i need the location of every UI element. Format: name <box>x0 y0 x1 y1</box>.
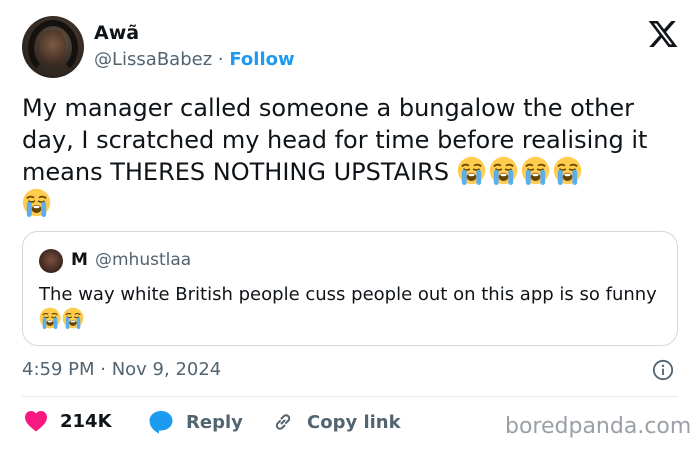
author-handle-row: @LissaBabez · Follow <box>94 49 295 70</box>
x-logo-icon[interactable] <box>647 18 679 50</box>
author-name[interactable]: Awã <box>94 22 139 44</box>
author-avatar[interactable] <box>22 16 84 78</box>
loudly-crying-face-icon <box>22 188 51 217</box>
loudly-crying-face-icon <box>489 156 518 185</box>
like-count: 214K <box>60 410 112 432</box>
reply-bubble-icon <box>149 411 173 434</box>
loudly-crying-face-icon <box>39 307 61 329</box>
info-icon[interactable] <box>652 359 674 381</box>
quoted-author-name: M <box>71 250 88 270</box>
reply-button[interactable]: Reply <box>148 410 243 434</box>
quoted-author-avatar <box>39 249 63 273</box>
loudly-crying-face-icon <box>553 156 582 185</box>
follow-button[interactable]: Follow <box>229 49 294 70</box>
link-icon <box>275 414 291 430</box>
quoted-tweet[interactable]: M @mhustlaa The way white British people… <box>22 231 678 346</box>
avatar-face <box>40 30 66 66</box>
loudly-crying-face-icon <box>521 156 550 185</box>
author-handle[interactable]: @LissaBabez <box>94 49 212 70</box>
reply-label: Reply <box>186 411 243 433</box>
copy-link-label: Copy link <box>307 411 401 433</box>
copy-link-button[interactable]: Copy link <box>271 410 401 434</box>
divider <box>22 396 678 397</box>
quoted-tweet-text: The way white British people cuss people… <box>39 282 659 332</box>
tweet-timestamp[interactable]: 4:59 PM · Nov 9, 2024 <box>22 359 221 380</box>
watermark: boredpanda.com <box>505 414 692 439</box>
heart-icon <box>25 411 47 432</box>
like-button[interactable]: 214K <box>24 410 112 432</box>
loudly-crying-face-icon <box>62 307 84 329</box>
handle-separator: · <box>217 49 224 70</box>
tweet-text: My manager called someone a bungalow the… <box>22 92 682 220</box>
loudly-crying-face-icon <box>457 156 486 185</box>
quoted-author-handle: @mhustlaa <box>95 250 192 270</box>
quoted-tweet-body: The way white British people cuss people… <box>39 284 657 305</box>
